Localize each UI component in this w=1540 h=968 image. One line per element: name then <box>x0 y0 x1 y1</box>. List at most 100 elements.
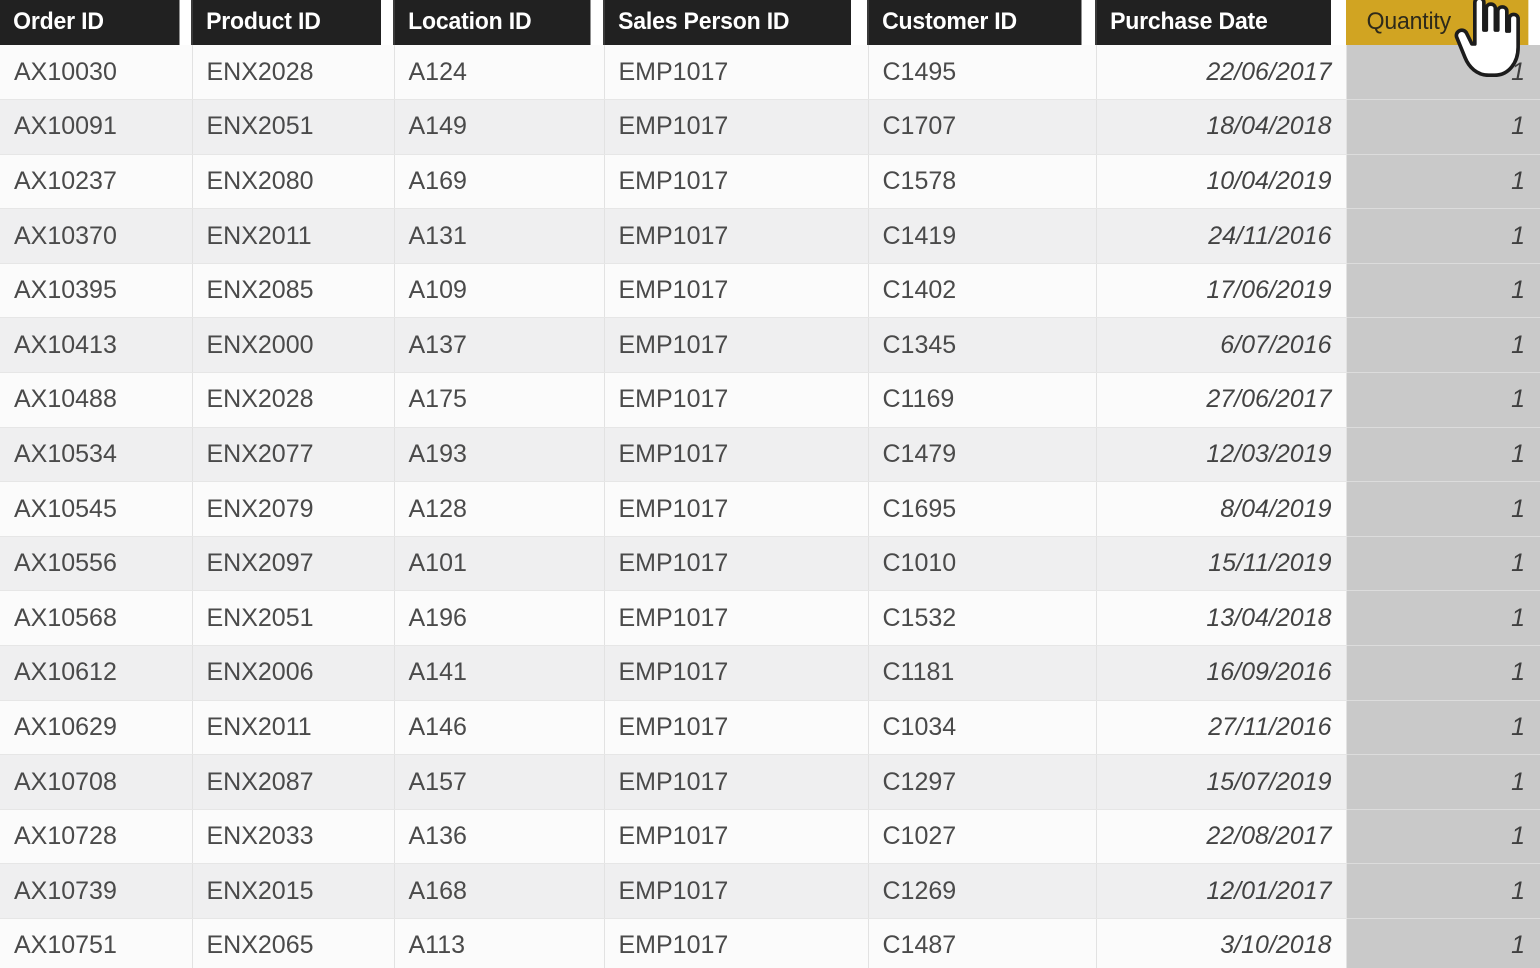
cell-customer-id: C1495 <box>868 45 1097 101</box>
cell-location-id: A157 <box>394 754 605 810</box>
column-header-customer-id[interactable]: Customer ID <box>867 0 1083 45</box>
header-row: Order ID Product ID Location ID Sales Pe… <box>0 0 1540 45</box>
table-row[interactable]: AX10413 ENX2000 A137 EMP1017 C1345 6/07/2016 1 <box>0 317 1540 374</box>
cell-quantity: 1 <box>1346 754 1540 810</box>
cell-sales-id: EMP1017 <box>604 372 869 428</box>
cell-sales-id: EMP1017 <box>604 427 869 483</box>
table-row[interactable]: AX10568 ENX2051 A196 EMP1017 C1532 13/04/2018… <box>0 590 1540 647</box>
table-row[interactable]: AX10556 ENX2097 A101 EMP1017 C1010 15/11/2019… <box>0 536 1540 592</box>
table-row[interactable]: AX10629 ENX2011 A146 EMP1017 C1034 27/11/2016… <box>0 700 1540 756</box>
cell-order-id: AX10534 <box>0 427 193 483</box>
data-table: Order ID Product ID Location ID Sales Pe… <box>0 0 1540 968</box>
cell-quantity: 1 <box>1346 700 1540 756</box>
cell-location-id: A149 <box>394 99 605 155</box>
column-header-location-id[interactable]: Location ID <box>393 0 592 45</box>
cell-location-id: A136 <box>394 809 605 865</box>
cell-order-id: AX10751 <box>0 918 193 968</box>
table-row[interactable]: AX10545 ENX2079 A128 EMP1017 C1695 8/04/2019 1 <box>0 481 1540 537</box>
table-row[interactable]: AX10370 ENX2011 A131 EMP1017 C1419 24/11/2016… <box>0 208 1540 264</box>
cell-date: 24/11/2016 <box>1096 208 1347 264</box>
table-row[interactable]: AX10708 ENX2087 A157 EMP1017 C1297 15/07/2019… <box>0 754 1540 810</box>
cell-product-id: ENX2028 <box>192 372 395 428</box>
cell-location-id: A101 <box>394 536 605 592</box>
cell-product-id: ENX2085 <box>192 263 395 319</box>
cell-location-id: A131 <box>394 208 605 264</box>
cell-date: 22/06/2017 <box>1096 45 1347 101</box>
cell-location-id: A193 <box>394 427 605 483</box>
table-row[interactable]: AX10488 ENX2028 A175 EMP1017 C1169 27/06/2017… <box>0 372 1540 428</box>
cell-order-id: AX10545 <box>0 481 193 537</box>
cell-sales-id: EMP1017 <box>604 317 869 374</box>
column-header-sales-person-id[interactable]: Sales Person ID <box>603 0 853 45</box>
cell-sales-id: EMP1017 <box>604 700 869 756</box>
cell-date: 8/04/2019 <box>1096 481 1347 537</box>
table-row[interactable]: AX10395 ENX2085 A109 EMP1017 C1402 17/06/2019… <box>0 263 1540 319</box>
table-row[interactable]: AX10728 ENX2033 A136 EMP1017 C1027 22/08/2017… <box>0 809 1540 865</box>
cell-quantity: 1 <box>1346 863 1540 919</box>
cell-sales-id: EMP1017 <box>604 263 869 319</box>
cell-location-id: A196 <box>394 590 605 647</box>
cell-quantity: 1 <box>1346 208 1540 264</box>
cell-customer-id: C1027 <box>868 809 1097 865</box>
cell-location-id: A175 <box>394 372 605 428</box>
cell-quantity: 1 <box>1346 427 1540 483</box>
table-row[interactable]: AX10612 ENX2006 A141 EMP1017 C1181 16/09/2016… <box>0 645 1540 701</box>
cell-quantity: 1 <box>1346 154 1540 210</box>
cell-sales-id: EMP1017 <box>604 481 869 537</box>
table-row[interactable]: AX10534 ENX2077 A193 EMP1017 C1479 12/03/2019… <box>0 427 1540 483</box>
cell-product-id: ENX2000 <box>192 317 395 374</box>
cell-location-id: A137 <box>394 317 605 374</box>
cell-quantity: 1 <box>1346 481 1540 537</box>
cell-order-id: AX10612 <box>0 645 193 701</box>
cell-order-id: AX10488 <box>0 372 193 428</box>
cell-quantity: 1 <box>1346 263 1540 319</box>
cell-order-id: AX10629 <box>0 700 193 756</box>
table-viewport: Order ID Product ID Location ID Sales Pe… <box>0 0 1540 968</box>
cell-sales-id: EMP1017 <box>604 536 869 592</box>
table-body: AX10030 ENX2028 A124 EMP1017 C1495 22/06/2017… <box>0 45 1540 968</box>
table-row[interactable]: AX10237 ENX2080 A169 EMP1017 C1578 10/04/2019… <box>0 154 1540 210</box>
cell-quantity: 1 <box>1346 645 1540 701</box>
table-row[interactable]: AX10030 ENX2028 A124 EMP1017 C1495 22/06/2017… <box>0 45 1540 101</box>
column-header-order-id[interactable]: Order ID <box>0 0 181 45</box>
cell-sales-id: EMP1017 <box>604 590 869 647</box>
table-row[interactable]: AX10739 ENX2015 A168 EMP1017 C1269 12/01/2017… <box>0 863 1540 919</box>
cell-order-id: AX10728 <box>0 809 193 865</box>
cell-location-id: A124 <box>394 45 605 101</box>
cell-customer-id: C1487 <box>868 918 1097 968</box>
cell-quantity: 1 <box>1346 809 1540 865</box>
cell-location-id: A169 <box>394 154 605 210</box>
cell-quantity: 1 <box>1346 317 1540 374</box>
cell-order-id: AX10091 <box>0 99 193 155</box>
cell-product-id: ENX2015 <box>192 863 395 919</box>
cell-sales-id: EMP1017 <box>604 154 869 210</box>
cell-date: 12/01/2017 <box>1096 863 1347 919</box>
cell-sales-id: EMP1017 <box>604 754 869 810</box>
cell-date: 18/04/2018 <box>1096 99 1347 155</box>
column-header-quantity[interactable]: Quantity <box>1346 0 1529 45</box>
column-header-purchase-date[interactable]: Purchase Date <box>1095 0 1331 45</box>
cell-order-id: AX10030 <box>0 45 193 101</box>
cell-date: 3/10/2018 <box>1096 918 1347 968</box>
cell-sales-id: EMP1017 <box>604 863 869 919</box>
cell-order-id: AX10708 <box>0 754 193 810</box>
cell-product-id: ENX2006 <box>192 645 395 701</box>
cell-order-id: AX10413 <box>0 317 193 374</box>
cell-quantity: 1 <box>1346 99 1540 155</box>
cell-location-id: A146 <box>394 700 605 756</box>
cell-date: 12/03/2019 <box>1096 427 1347 483</box>
column-header-product-id[interactable]: Product ID <box>191 0 382 45</box>
cell-customer-id: C1479 <box>868 427 1097 483</box>
table-row[interactable]: AX10751 ENX2065 A113 EMP1017 C1487 3/10/2018 1 <box>0 918 1540 968</box>
cell-sales-id: EMP1017 <box>604 809 869 865</box>
cell-product-id: ENX2011 <box>192 700 395 756</box>
cell-product-id: ENX2065 <box>192 918 395 968</box>
cell-product-id: ENX2087 <box>192 754 395 810</box>
cell-customer-id: C1578 <box>868 154 1097 210</box>
cell-customer-id: C1532 <box>868 590 1097 647</box>
cell-location-id: A141 <box>394 645 605 701</box>
cell-date: 6/07/2016 <box>1096 317 1347 374</box>
cell-location-id: A128 <box>394 481 605 537</box>
table-row[interactable]: AX10091 ENX2051 A149 EMP1017 C1707 18/04/2018… <box>0 99 1540 155</box>
cell-product-id: ENX2079 <box>192 481 395 537</box>
